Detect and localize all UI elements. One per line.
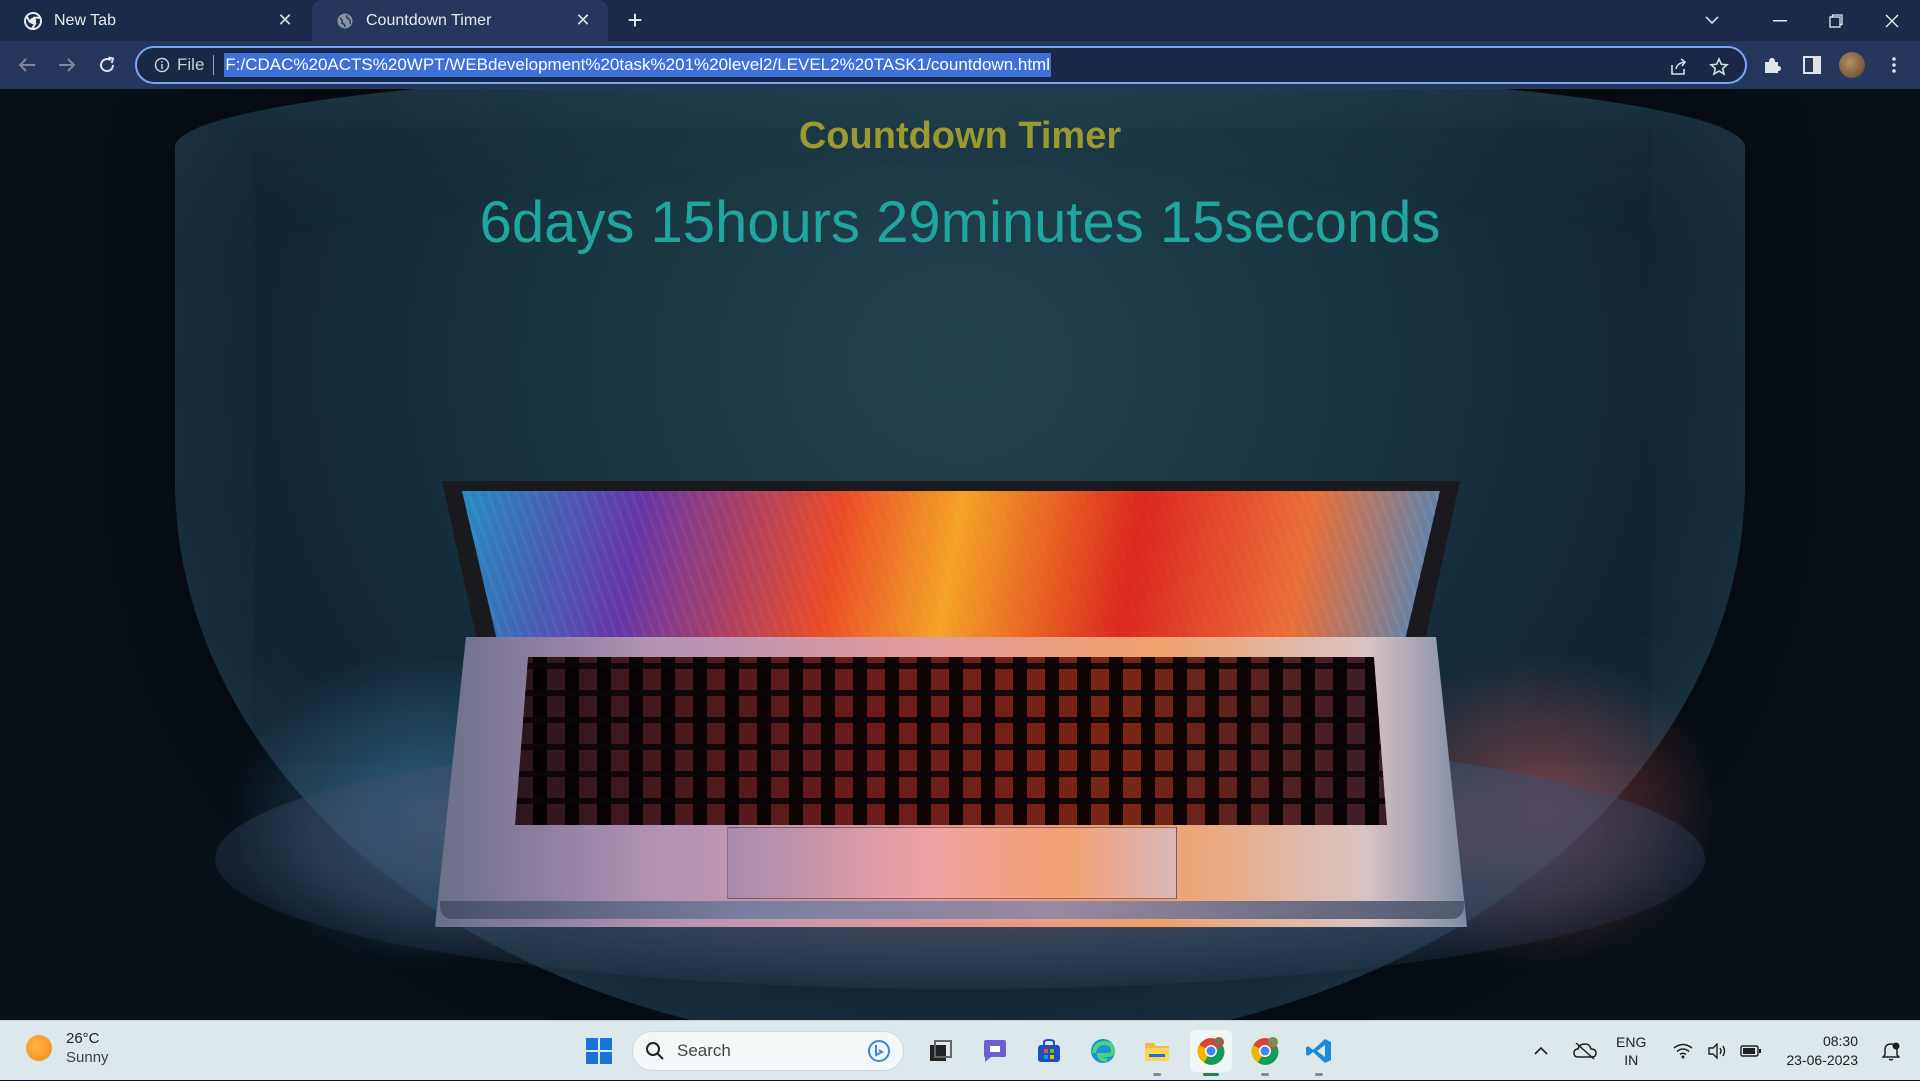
search-icon bbox=[646, 1042, 664, 1060]
weather-temperature: 26°C bbox=[66, 1030, 100, 1047]
running-indicator bbox=[1261, 1073, 1269, 1076]
weather-condition: Sunny bbox=[66, 1049, 109, 1066]
tab-countdown-timer[interactable]: Countdown Timer ✕ bbox=[312, 0, 608, 41]
chrome-profile-button[interactable] bbox=[1244, 1030, 1286, 1076]
laptop-trackpad bbox=[727, 827, 1177, 899]
tab-title: Countdown Timer bbox=[366, 11, 492, 29]
search-label: Search bbox=[677, 1041, 731, 1060]
edge-button[interactable] bbox=[1082, 1030, 1124, 1072]
edge-icon bbox=[1091, 1039, 1116, 1063]
page-title: Countdown Timer bbox=[798, 115, 1122, 157]
battery-icon[interactable] bbox=[1736, 1045, 1766, 1057]
task-view-button[interactable] bbox=[920, 1030, 962, 1072]
chat-icon bbox=[984, 1040, 1006, 1062]
file-explorer-button[interactable] bbox=[1136, 1030, 1178, 1076]
browser-toolbar: File F:/CDAC%20ACTS%20WPT/WEBdevelopment… bbox=[0, 41, 1920, 89]
avatar bbox=[1839, 52, 1865, 78]
running-indicator bbox=[1315, 1073, 1323, 1076]
minimize-button[interactable] bbox=[1752, 0, 1808, 41]
language-region: IN bbox=[1624, 1052, 1639, 1068]
new-tab-button[interactable]: + bbox=[622, 7, 648, 34]
vscode-icon bbox=[1306, 1039, 1331, 1063]
vs-code-button[interactable] bbox=[1298, 1030, 1340, 1076]
globe-icon bbox=[336, 12, 354, 30]
puzzle-icon[interactable] bbox=[1758, 51, 1786, 79]
divider bbox=[213, 55, 215, 75]
arrow-right-icon bbox=[59, 58, 76, 72]
task-view-icon bbox=[930, 1040, 952, 1061]
language-code: ENG bbox=[1616, 1034, 1647, 1050]
clock-time: 08:30 bbox=[1822, 1033, 1858, 1049]
chrome-icon bbox=[1251, 1037, 1279, 1065]
info-icon[interactable] bbox=[147, 57, 177, 73]
system-clock[interactable]: 08:30 23-06-2023 bbox=[1786, 1032, 1858, 1070]
reload-button[interactable] bbox=[93, 51, 121, 79]
arrow-left-icon bbox=[18, 58, 35, 72]
side-panel-icon[interactable] bbox=[1798, 51, 1826, 79]
forward-button[interactable] bbox=[53, 51, 81, 79]
countdown-display: 6days 15hours 29minutes 15seconds bbox=[479, 190, 1441, 255]
tab-title: New Tab bbox=[54, 11, 116, 29]
laptop-display bbox=[462, 491, 1440, 637]
window-controls bbox=[1752, 0, 1920, 41]
url-scheme-label: File bbox=[177, 55, 205, 74]
kebab-menu-icon[interactable] bbox=[1880, 51, 1908, 79]
reload-icon bbox=[100, 56, 115, 73]
restore-button[interactable] bbox=[1808, 0, 1864, 41]
close-window-button[interactable] bbox=[1864, 0, 1920, 41]
url-text[interactable]: F:/CDAC%20ACTS%20WPT/WEBdevelopment%20ta… bbox=[224, 53, 1051, 77]
volume-icon[interactable] bbox=[1702, 1043, 1732, 1059]
tab-new-tab[interactable]: New Tab ✕ bbox=[0, 0, 310, 41]
close-icon[interactable]: ✕ bbox=[572, 10, 594, 32]
store-icon bbox=[1038, 1038, 1060, 1062]
laptop-keyboard-rows bbox=[515, 657, 1387, 825]
profile-avatar[interactable] bbox=[1838, 51, 1866, 79]
chrome-button[interactable] bbox=[1190, 1030, 1232, 1076]
chevron-up-icon[interactable] bbox=[1526, 1046, 1556, 1056]
chevron-down-icon[interactable] bbox=[1698, 8, 1726, 32]
teams-chat-button[interactable] bbox=[974, 1030, 1016, 1072]
running-indicator bbox=[1153, 1073, 1161, 1076]
taskbar-search[interactable]: Search bbox=[632, 1031, 904, 1071]
star-icon[interactable] bbox=[1707, 55, 1731, 79]
tab-strip: New Tab ✕ Countdown Timer ✕ + bbox=[0, 0, 1920, 41]
onedrive-offline-icon[interactable] bbox=[1570, 1042, 1600, 1060]
chrome-icon bbox=[24, 11, 42, 30]
microsoft-store-button[interactable] bbox=[1028, 1030, 1070, 1072]
share-icon[interactable] bbox=[1667, 55, 1691, 79]
notification-bell-icon[interactable] bbox=[1876, 1041, 1906, 1061]
running-indicator bbox=[1203, 1073, 1219, 1076]
taskbar: 26°C Sunny Search ENG IN 08:30 23-06-202… bbox=[0, 1020, 1920, 1080]
weather-widget[interactable]: 26°C Sunny bbox=[26, 1029, 109, 1067]
laptop-front-edge bbox=[440, 901, 1464, 919]
chrome-icon bbox=[1197, 1037, 1225, 1065]
wifi-icon[interactable] bbox=[1668, 1043, 1698, 1059]
language-indicator[interactable]: ENG IN bbox=[1616, 1033, 1646, 1069]
address-bar[interactable]: File F:/CDAC%20ACTS%20WPT/WEBdevelopment… bbox=[135, 46, 1747, 84]
back-button[interactable] bbox=[13, 51, 41, 79]
start-button[interactable] bbox=[578, 1030, 620, 1072]
folder-icon bbox=[1145, 1043, 1169, 1061]
sun-icon bbox=[26, 1035, 52, 1061]
system-tray: ENG IN 08:30 23-06-2023 bbox=[1524, 1021, 1920, 1081]
bing-icon bbox=[868, 1040, 890, 1062]
clock-date: 23-06-2023 bbox=[1786, 1052, 1858, 1068]
windows-logo-icon bbox=[586, 1038, 612, 1064]
close-icon[interactable]: ✕ bbox=[274, 10, 296, 32]
